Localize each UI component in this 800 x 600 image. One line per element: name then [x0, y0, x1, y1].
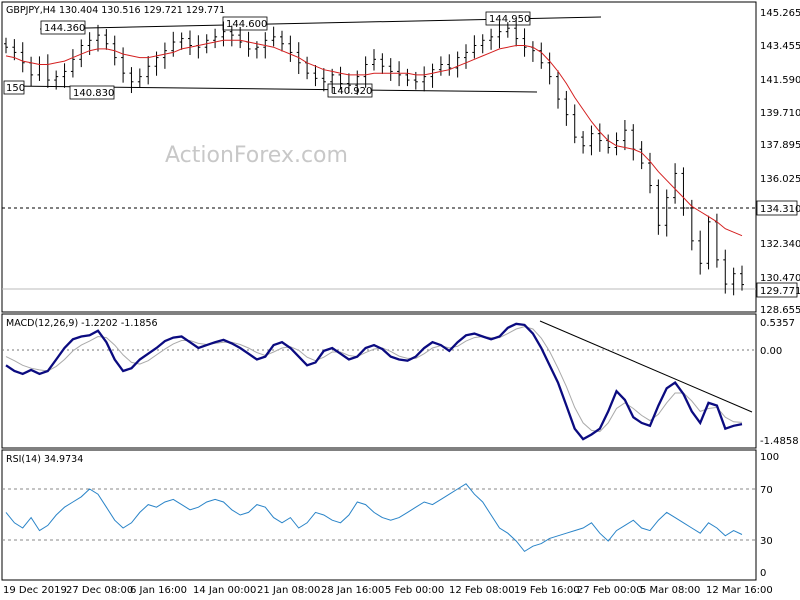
annotation-144600: 144.600 — [222, 16, 268, 31]
price-header: GBPJPY,H4 130.404 130.516 129.721 129.77… — [6, 5, 225, 16]
annotation-144360: 144.360 — [40, 20, 86, 35]
price-tick: 132.340 — [760, 239, 800, 250]
annotation-140830: 140.830 — [69, 85, 115, 100]
current-price-label: 129.771 — [760, 286, 800, 297]
watermark: ActionForex.com — [165, 143, 348, 168]
price-tick: 143.455 — [760, 41, 800, 52]
rsi-tick: 70 — [760, 485, 773, 496]
x-tick: 12 Feb 08:00 — [449, 585, 515, 596]
price-tick: 130.470 — [760, 273, 800, 284]
price-tick: 137.895 — [760, 140, 800, 151]
svg-text:140.830: 140.830 — [73, 88, 114, 99]
macd-tick: 0.00 — [760, 346, 782, 357]
chart-canvas: ActionForex.com GBPJPY,H4 130.404 130.51… — [1, 1, 800, 596]
x-tick: 19 Dec 2019 — [3, 585, 67, 596]
macd-axis: 0.5357 0.00 -1.4858 — [760, 318, 799, 447]
svg-text:150: 150 — [6, 83, 25, 94]
svg-text:144.950: 144.950 — [489, 14, 530, 25]
price-tick: 128.655 — [760, 305, 800, 316]
rsi-tick: 100 — [760, 452, 779, 463]
x-tick: 27 Dec 08:00 — [66, 585, 133, 596]
macd-panel — [1, 313, 757, 449]
x-tick: 28 Jan 16:00 — [321, 585, 384, 596]
rsi-header: RSI(14) 34.9734 — [6, 454, 83, 465]
x-tick: 5 Feb 00:00 — [385, 585, 444, 596]
rsi-tick: 30 — [760, 536, 773, 547]
x-tick: 6 Jan 16:00 — [130, 585, 187, 596]
rsi-tick: 0 — [760, 568, 766, 579]
svg-text:140.920: 140.920 — [331, 86, 372, 97]
macd-tick: -1.4858 — [760, 436, 799, 447]
price-axis: 145.265 143.455 141.590 139.710 137.895 … — [756, 8, 800, 316]
svg-text:144.360: 144.360 — [44, 23, 85, 34]
x-tick: 19 Feb 16:00 — [514, 585, 580, 596]
macd-header: MACD(12,26,9) -1.2202 -1.1856 — [6, 318, 158, 329]
x-tick: 14 Jan 00:00 — [193, 585, 256, 596]
price-tick: 145.265 — [760, 8, 800, 19]
macd-tick: 0.5357 — [760, 318, 795, 329]
x-tick: 21 Jan 08:00 — [257, 585, 320, 596]
x-tick: 5 Mar 08:00 — [640, 585, 700, 596]
annotation-150: 150 — [3, 80, 25, 95]
time-axis: 19 Dec 2019 27 Dec 08:00 6 Jan 16:00 14 … — [3, 585, 773, 596]
price-tick: 139.710 — [760, 108, 800, 119]
rsi-axis: 100 70 30 0 — [760, 452, 779, 579]
price-tick: 141.590 — [760, 75, 800, 86]
price-tick: 136.025 — [760, 174, 800, 185]
x-tick: 27 Feb 00:00 — [577, 585, 643, 596]
resistance-price-label: 134.310 — [760, 204, 800, 215]
x-tick: 12 Mar 16:00 — [706, 585, 773, 596]
